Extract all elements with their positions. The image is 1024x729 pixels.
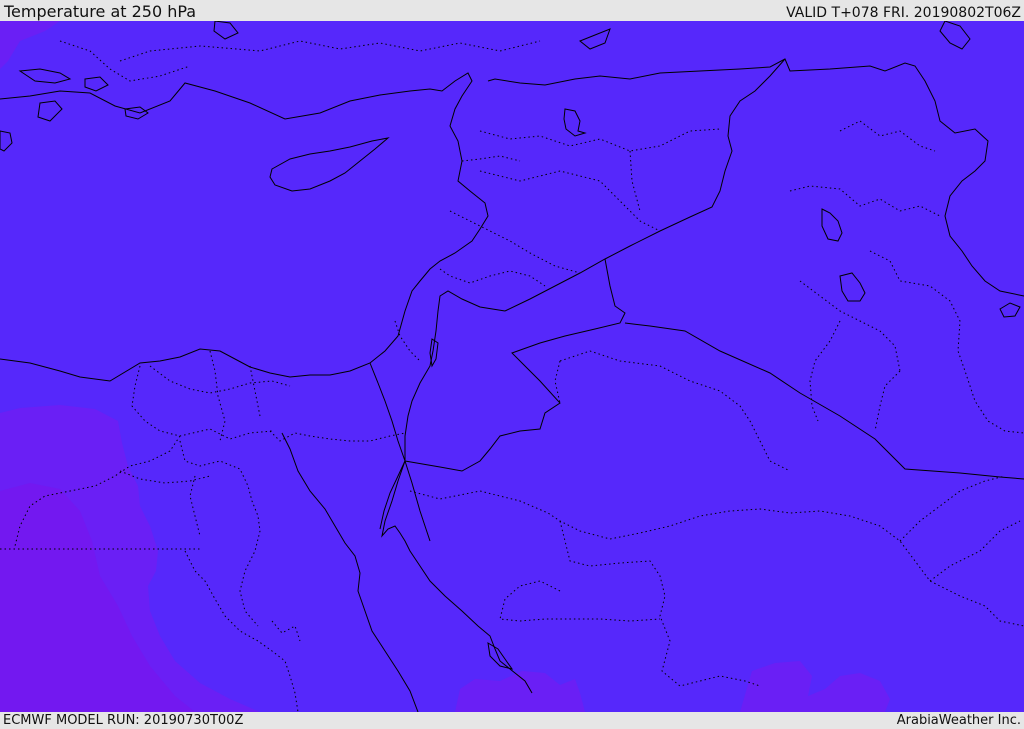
temperature-field	[0, 21, 1024, 712]
credit-label: ArabiaWeather Inc.	[896, 713, 1021, 728]
valid-time: VALID T+078 FRI. 20190802T06Z	[786, 5, 1021, 21]
model-run-label: ECMWF MODEL RUN: 20190730T00Z	[3, 713, 244, 728]
forecast-map-viewer: Temperature at 250 hPa VALID T+078 FRI. …	[0, 0, 1024, 729]
map-canvas[interactable]	[0, 21, 1024, 712]
map-svg	[0, 21, 1024, 712]
header-bar: Temperature at 250 hPa VALID T+078 FRI. …	[0, 0, 1024, 21]
map-title: Temperature at 250 hPa	[4, 2, 197, 21]
footer-bar: ECMWF MODEL RUN: 20190730T00Z ArabiaWeat…	[0, 712, 1024, 729]
